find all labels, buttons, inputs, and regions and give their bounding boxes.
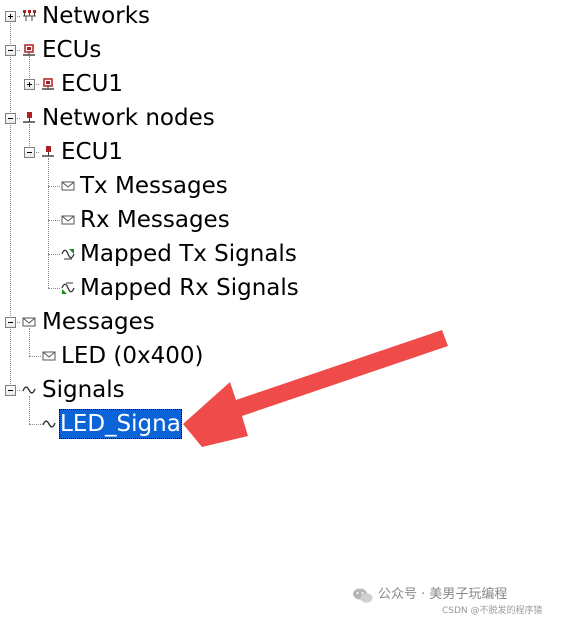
collapse-network-nodes-toggle[interactable]: [5, 113, 16, 124]
tree-item-networks[interactable]: Networks: [41, 1, 151, 31]
red-arrow-annotation: [183, 330, 448, 447]
node-icon: [40, 144, 56, 160]
tree-item-node-ecu1[interactable]: ECU1: [60, 137, 124, 167]
message-icon: [60, 178, 76, 194]
collapse-ecus-toggle[interactable]: [5, 45, 16, 56]
tree-item-network-nodes[interactable]: Network nodes: [41, 103, 216, 133]
ecu-icon: [21, 42, 37, 58]
watermark-title: 公众号 · 美男子玩编程: [378, 587, 508, 602]
wechat-icon: [352, 587, 374, 605]
tree-item-mapped-rx-signals[interactable]: Mapped Rx Signals: [79, 273, 300, 303]
expand-ecu1-toggle[interactable]: [24, 79, 35, 90]
collapse-signals-toggle[interactable]: [5, 385, 16, 396]
tree-connector: [48, 158, 49, 288]
signal-icon: [41, 416, 57, 432]
tree-item-rx-messages[interactable]: Rx Messages: [79, 205, 231, 235]
tree-connector: [29, 356, 41, 357]
tree-item-tx-messages[interactable]: Tx Messages: [79, 171, 229, 201]
network-icon: [21, 8, 37, 24]
tree-connector: [48, 254, 60, 255]
mapped-tx-icon: [60, 246, 76, 262]
signal-icon: [21, 382, 37, 398]
collapse-node-ecu1-toggle[interactable]: [24, 147, 35, 158]
tree-connector: [48, 220, 60, 221]
tree-connector: [29, 424, 41, 425]
tree-connector: [29, 328, 30, 356]
message-icon: [41, 348, 57, 364]
watermark-credit: CSDN @不脱发的程序猿: [442, 606, 543, 616]
expand-networks-toggle[interactable]: [5, 11, 16, 22]
watermark: 公众号 · 美男子玩编程 CSDN @不脱发的程序猿: [352, 583, 562, 619]
tree-item-ecus-ecu1[interactable]: ECU1: [60, 69, 124, 99]
tree-item-ecus[interactable]: ECUs: [41, 35, 102, 65]
node-icon: [21, 110, 37, 126]
ecu-icon: [40, 76, 56, 92]
collapse-messages-toggle[interactable]: [5, 317, 16, 328]
mapped-rx-icon: [60, 280, 76, 296]
message-icon: [21, 314, 37, 330]
red-arrow-shape: [183, 330, 448, 447]
tree-connector: [10, 16, 11, 390]
tree-connector: [48, 186, 60, 187]
tree-item-messages[interactable]: Messages: [41, 307, 156, 337]
tree-item-mapped-tx-signals[interactable]: Mapped Tx Signals: [79, 239, 298, 269]
tree-item-led-signal[interactable]: LED_Signa: [59, 409, 182, 439]
tree-connector: [48, 288, 60, 289]
message-icon: [60, 212, 76, 228]
tree-item-signals[interactable]: Signals: [41, 375, 126, 405]
tree-connector: [29, 396, 30, 424]
